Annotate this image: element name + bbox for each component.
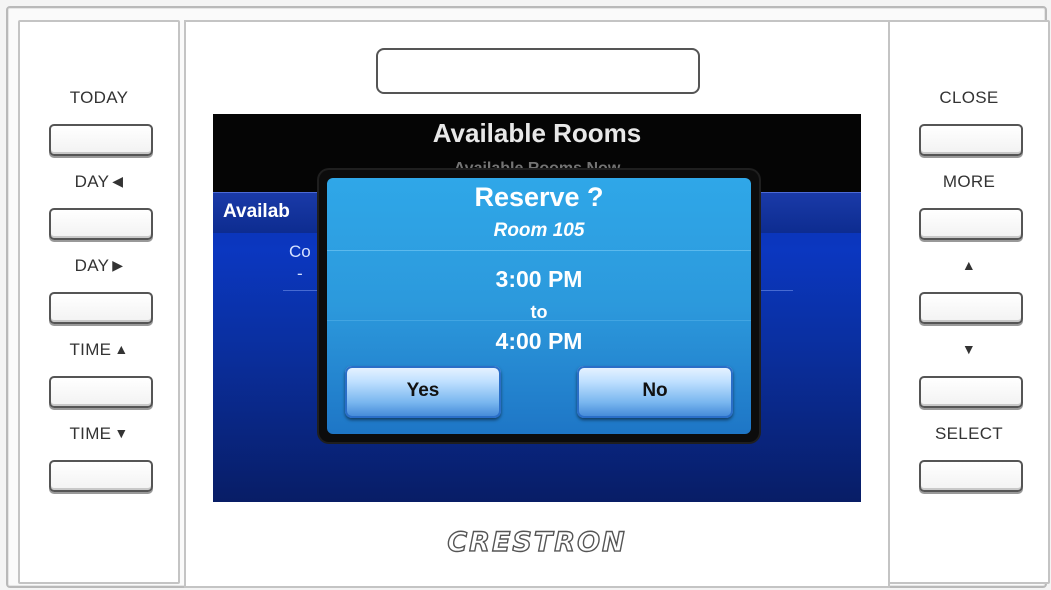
- scroll-down-label: ▼: [890, 340, 1048, 360]
- day-back-button[interactable]: [49, 208, 153, 240]
- right-button-panel: CLOSE MORE ▲ ▼ SELECT: [888, 20, 1050, 584]
- list-header-text: Availab: [223, 201, 290, 222]
- no-button[interactable]: No: [577, 366, 733, 418]
- more-label: MORE: [942, 172, 996, 191]
- yes-button[interactable]: Yes: [345, 366, 501, 418]
- top-slot: [376, 48, 700, 94]
- reserve-dialog: Reserve ? Room 105 3:00 PM to 4:00 PM Ye…: [319, 170, 759, 442]
- down-arrow-icon: ▼: [961, 341, 977, 357]
- scroll-down-button[interactable]: [919, 376, 1023, 408]
- left-arrow-icon: ◀: [112, 173, 124, 189]
- touch-screen: Available Rooms Available Rooms Now Avai…: [213, 114, 861, 502]
- up-arrow-icon: ▲: [961, 257, 977, 273]
- dialog-title: Reserve ?: [474, 182, 604, 212]
- reserve-dialog-body: Reserve ? Room 105 3:00 PM to 4:00 PM Ye…: [327, 178, 751, 434]
- time-up-button[interactable]: [49, 376, 153, 408]
- more-button[interactable]: [919, 208, 1023, 240]
- dialog-end-time: 4:00 PM: [495, 328, 583, 354]
- left-button-panel: TODAY DAY ◀ DAY ▶ TIME ▲ TIME ▼: [18, 20, 180, 584]
- select-button[interactable]: [919, 460, 1023, 492]
- no-button-label: No: [642, 380, 668, 401]
- time-up-label: TIME ▲: [69, 340, 129, 359]
- day-forward-label: DAY ▶: [74, 256, 124, 275]
- background-list-dash: -: [297, 264, 303, 283]
- close-label: CLOSE: [939, 88, 999, 107]
- select-label: SELECT: [935, 424, 1003, 443]
- close-button[interactable]: [919, 124, 1023, 156]
- time-down-label: TIME ▼: [69, 424, 129, 443]
- dialog-start-time: 3:00 PM: [495, 266, 583, 292]
- touch-panel-device: TODAY DAY ◀ DAY ▶ TIME ▲ TIME ▼ Available Ro…: [6, 6, 1050, 588]
- background-list-text: Co: [289, 242, 311, 261]
- day-back-label: DAY ◀: [74, 172, 124, 191]
- time-down-button[interactable]: [49, 460, 153, 492]
- yes-button-label: Yes: [406, 380, 440, 401]
- dialog-room: Room 105: [493, 220, 585, 241]
- right-arrow-icon: ▶: [112, 257, 124, 273]
- scroll-up-label: ▲: [890, 256, 1048, 276]
- dialog-divider: [327, 250, 751, 251]
- scroll-up-button[interactable]: [919, 292, 1023, 324]
- center-panel: Available Rooms Available Rooms Now Avai…: [184, 20, 890, 588]
- today-button[interactable]: [49, 124, 153, 156]
- up-arrow-icon: ▲: [114, 341, 129, 357]
- dialog-divider-lower: [327, 320, 751, 321]
- down-arrow-icon: ▼: [114, 425, 129, 441]
- screen-title: Available Rooms: [432, 118, 642, 148]
- crestron-logo: CRESTRON: [447, 526, 627, 558]
- today-label: TODAY: [69, 88, 129, 107]
- day-forward-button[interactable]: [49, 292, 153, 324]
